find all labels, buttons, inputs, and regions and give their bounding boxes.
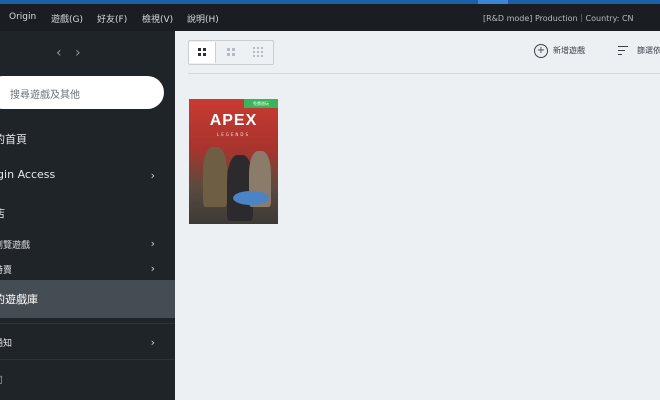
sidebar-item-notifications[interactable]: 通知 ›	[0, 333, 175, 353]
filter-button[interactable]: 篩選依	[637, 45, 660, 56]
cover-effect	[233, 191, 269, 205]
sidebar-item-label: 司	[0, 373, 3, 386]
back-arrow-icon[interactable]: ‹	[56, 45, 62, 61]
view-large-tiles-button[interactable]	[189, 42, 216, 63]
medium-grid-icon	[227, 48, 235, 56]
chevron-right-icon: ›	[150, 262, 155, 275]
cover-character	[203, 147, 227, 207]
menu-friends[interactable]: 好友(F)	[97, 12, 127, 25]
sidebar-item-label: 的首頁	[0, 133, 27, 146]
game-title: APEX	[209, 112, 258, 129]
game-subtitle: LEGENDS	[217, 132, 250, 137]
sidebar-item-store[interactable]: 店	[0, 201, 175, 223]
view-small-tiles-button[interactable]	[245, 42, 271, 63]
free-to-play-badge: 免費遊玩	[244, 99, 278, 108]
sidebar-item-label: 通知	[0, 339, 13, 349]
library-panel: + 新增遊戲 篩選依 APEX LEGENDS 免費遊玩	[175, 31, 660, 400]
menu-bar: Origin 遊戲(G) 好友(F) 檢視(V) 說明(H) [R&D mode…	[0, 4, 660, 31]
search-icon: ⌕	[0, 86, 1, 97]
sidebar-divider	[0, 323, 175, 324]
sidebar-item-label: igin Access	[0, 168, 56, 181]
search-input[interactable]: ⌕ 搜尋遊戲及其他	[0, 76, 164, 109]
sidebar-item-browse-games[interactable]: 瀏覽遊戲 ›	[0, 235, 175, 253]
sidebar-item-label: 特賣	[0, 266, 13, 276]
chevron-right-icon: ›	[150, 336, 155, 349]
sidebar-item-origin-access[interactable]: igin Access ›	[0, 164, 175, 186]
sidebar-item-label: 瀏覽遊戲	[0, 241, 31, 251]
large-grid-icon	[198, 48, 206, 56]
chevron-right-icon: ›	[150, 169, 155, 182]
sidebar-item-label: 的遊戲庫	[0, 293, 38, 306]
search-placeholder: 搜尋遊戲及其他	[10, 90, 80, 101]
environment-mode-text: [R&D mode] Production｜Country: CN	[483, 14, 634, 23]
chevron-right-icon: ›	[150, 237, 155, 250]
menu-origin[interactable]: Origin	[9, 12, 36, 22]
filter-sort-icon[interactable]	[618, 46, 630, 56]
add-game-icon[interactable]: +	[534, 44, 548, 58]
sidebar-item-deals[interactable]: 特賣 ›	[0, 260, 175, 278]
small-grid-icon	[253, 47, 263, 57]
menu-games[interactable]: 遊戲(G)	[51, 12, 83, 25]
sidebar-item-game-library[interactable]: 的遊戲庫	[0, 280, 175, 318]
menu-view[interactable]: 檢視(V)	[142, 12, 173, 25]
forward-arrow-icon[interactable]: ›	[75, 45, 81, 61]
menu-help[interactable]: 說明(H)	[187, 12, 219, 25]
sidebar-item-home[interactable]: 的首頁	[0, 128, 175, 150]
game-tile-apex-legends[interactable]: APEX LEGENDS 免費遊玩	[189, 99, 278, 224]
sidebar-item-company[interactable]: 司	[0, 371, 175, 389]
sidebar-item-label: 店	[0, 205, 5, 221]
view-medium-tiles-button[interactable]	[218, 42, 244, 63]
sidebar: ‹ › ⌕ 搜尋遊戲及其他 的首頁 igin Access › 店 瀏覽遊戲 ›…	[0, 31, 175, 400]
add-game-button[interactable]: 新增遊戲	[553, 45, 585, 56]
toolbar-divider	[188, 73, 660, 74]
view-mode-toggle	[188, 40, 274, 65]
sidebar-divider	[0, 359, 175, 360]
